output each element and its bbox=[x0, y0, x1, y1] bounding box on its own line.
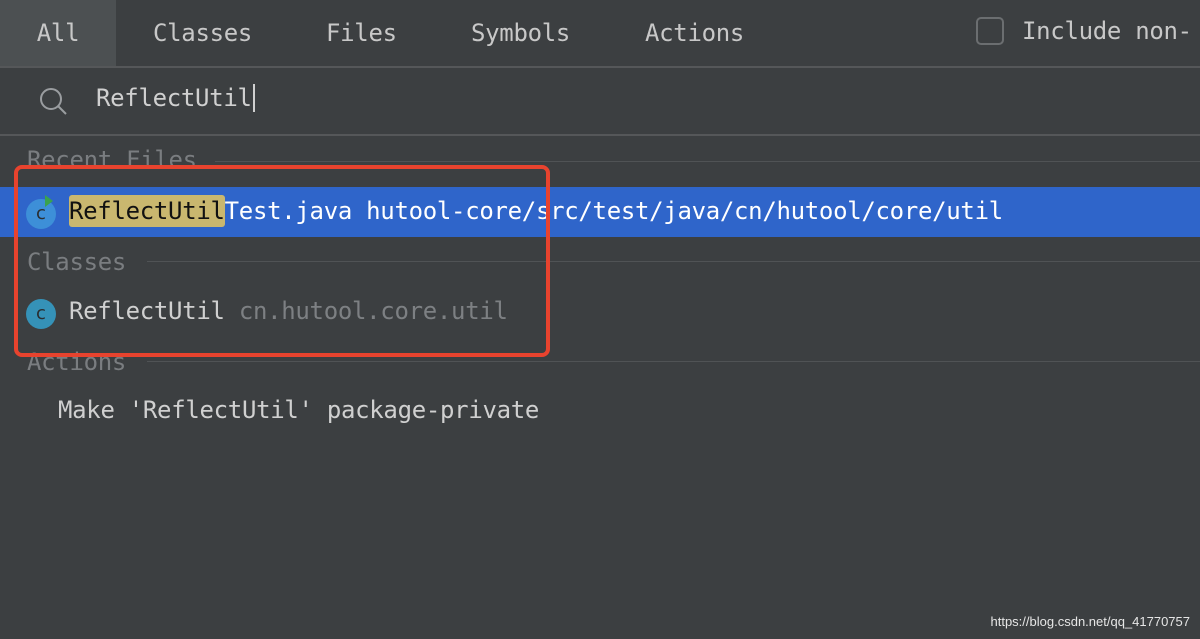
tab-actions[interactable]: Actions bbox=[645, 0, 744, 66]
tab-files[interactable]: Files bbox=[326, 0, 397, 66]
search-icon bbox=[40, 88, 67, 115]
search-bar: ReflectUtil​ bbox=[0, 68, 1200, 136]
annotation-highlight-box bbox=[14, 165, 550, 357]
tab-all[interactable]: All bbox=[0, 0, 116, 66]
divider bbox=[215, 161, 1200, 162]
include-non-project-label[interactable]: Include non- bbox=[1022, 0, 1192, 64]
action-item[interactable]: Make 'ReflectUtil' package-private bbox=[58, 396, 539, 424]
divider bbox=[147, 361, 1200, 362]
watermark: https://blog.csdn.net/qq_41770757 bbox=[990, 614, 1191, 629]
tab-classes[interactable]: Classes bbox=[153, 0, 252, 66]
search-input[interactable]: ReflectUtil​ bbox=[96, 84, 255, 112]
include-non-project-checkbox[interactable] bbox=[976, 17, 1004, 45]
tab-symbols[interactable]: Symbols bbox=[471, 0, 570, 66]
tab-bar: All Classes Files Symbols Actions Includ… bbox=[0, 0, 1200, 68]
text-cursor: ​ bbox=[252, 84, 255, 112]
search-input-value: ReflectUtil bbox=[96, 84, 252, 112]
